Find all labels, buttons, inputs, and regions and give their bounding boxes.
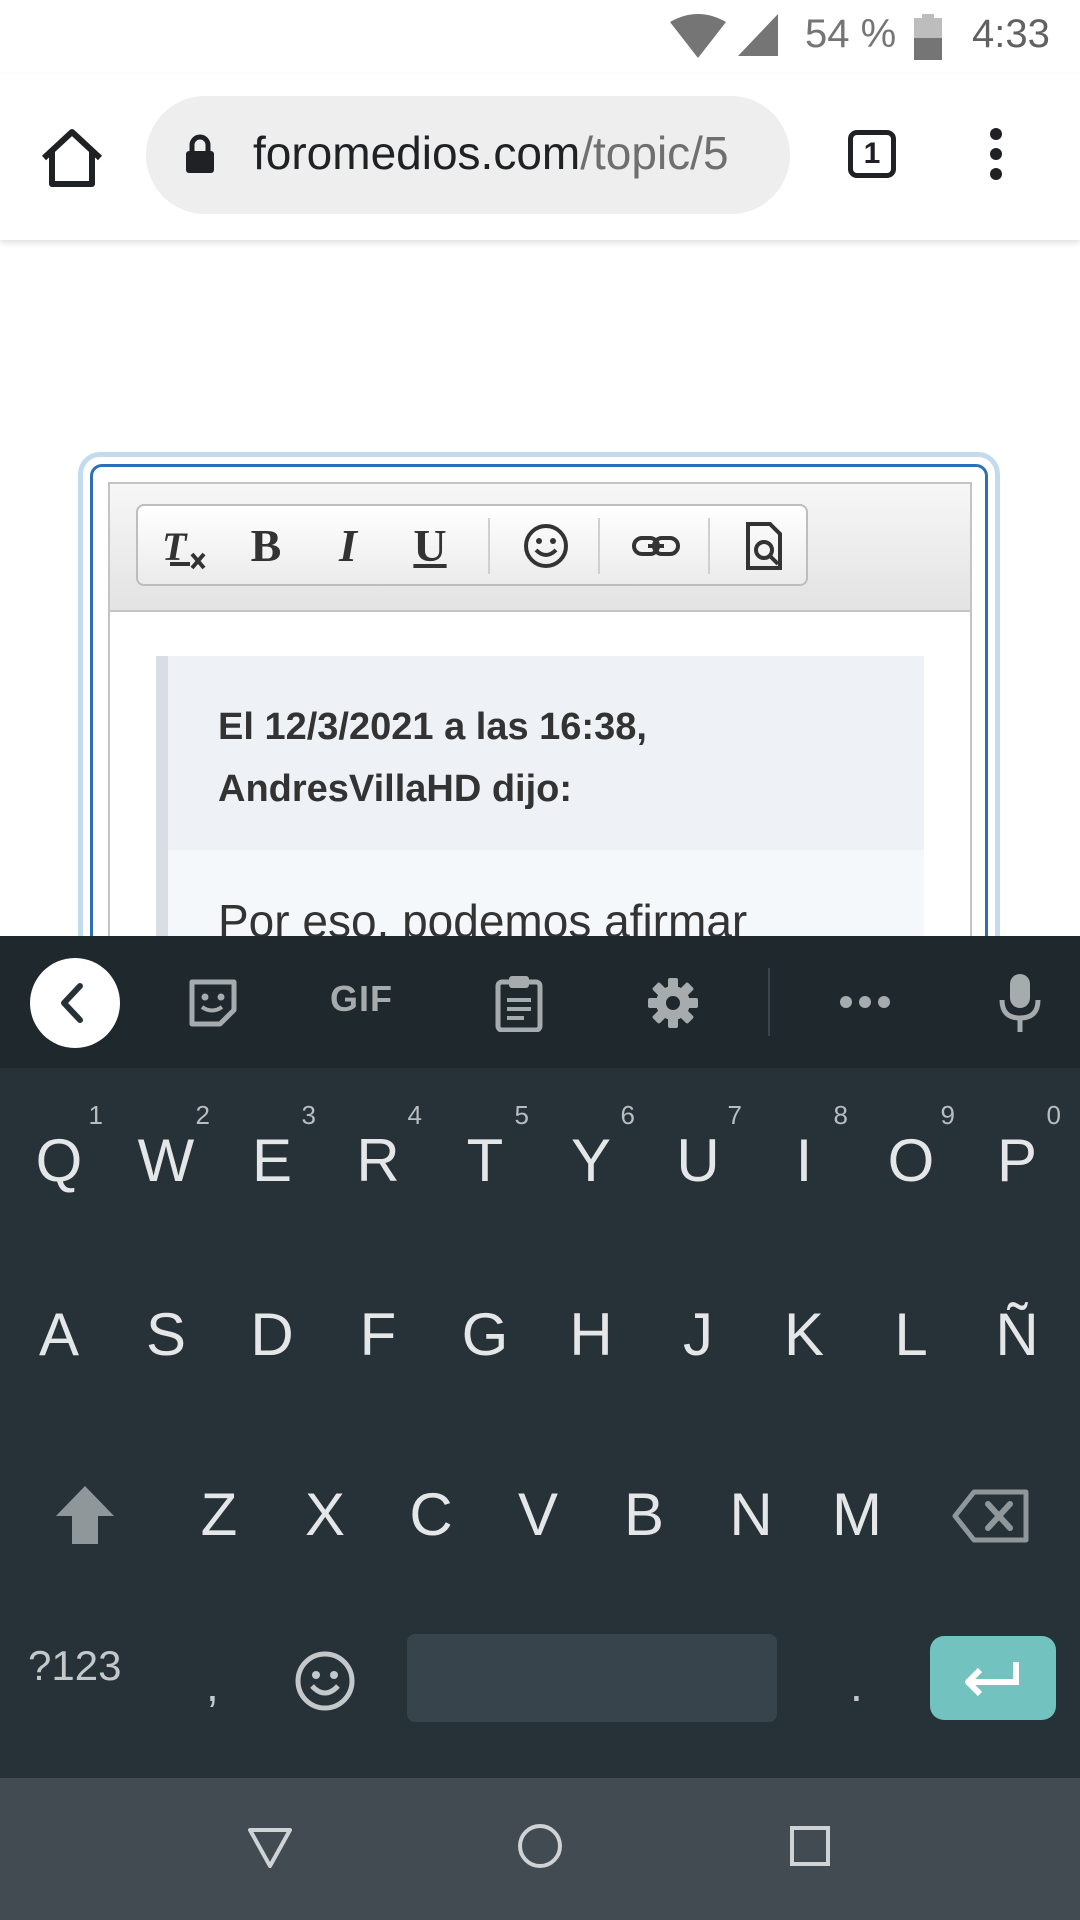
url-host: foromedios.com — [253, 127, 581, 179]
key-z[interactable]: Z — [169, 1460, 269, 1570]
key-f[interactable]: F — [328, 1280, 428, 1390]
symbols-key[interactable]: ?123 — [28, 1642, 121, 1690]
shift-icon[interactable] — [52, 1482, 118, 1548]
key-l[interactable]: L — [861, 1280, 961, 1390]
battery-icon — [914, 14, 942, 60]
settings-gear-icon[interactable] — [646, 976, 700, 1030]
period-key[interactable]: . — [850, 1658, 863, 1712]
key-o[interactable]: O9 — [861, 1100, 961, 1216]
quote-author-line: AndresVillaHD dijo: — [218, 768, 573, 810]
emoji-icon[interactable] — [520, 520, 572, 572]
key-p[interactable]: P0 — [967, 1100, 1067, 1216]
microphone-icon[interactable] — [996, 972, 1044, 1034]
editor-tool-group: T B I U — [136, 504, 808, 586]
clipboard-icon[interactable] — [494, 974, 544, 1032]
chevron-left-icon — [61, 983, 83, 1023]
preview-icon[interactable] — [738, 520, 790, 572]
toolbar-separator — [488, 518, 490, 574]
toolbar-separator — [598, 518, 600, 574]
home-circle-icon[interactable] — [516, 1822, 564, 1870]
battery-percentage: 54 % — [805, 12, 897, 56]
cell-signal-icon — [738, 14, 778, 56]
key-g[interactable]: G — [435, 1280, 535, 1390]
key-s[interactable]: S — [116, 1280, 216, 1390]
status-bar: 54 % 4:33 — [0, 0, 1080, 74]
bold-button[interactable]: B — [240, 520, 292, 572]
lock-icon — [186, 134, 214, 173]
key-t[interactable]: T5 — [435, 1100, 535, 1216]
toolbar-separator — [708, 518, 710, 574]
recents-square-icon[interactable] — [788, 1824, 832, 1868]
key-x[interactable]: X — [275, 1460, 375, 1570]
key-i[interactable]: I8 — [754, 1100, 854, 1216]
quote-date-line: El 12/3/2021 a las 16:38, — [218, 706, 647, 748]
wifi-icon — [670, 14, 726, 58]
key-q[interactable]: Q1 — [9, 1100, 109, 1216]
key-v[interactable]: V — [488, 1460, 588, 1570]
key-c[interactable]: C — [381, 1460, 481, 1570]
emoji-key-icon[interactable] — [294, 1650, 356, 1712]
backspace-icon[interactable] — [952, 1488, 1030, 1544]
quote-header: El 12/3/2021 a las 16:38, AndresVillaHD … — [218, 696, 898, 820]
rich-text-editor[interactable]: T B I U El 12/3/2021 a las 16:38, Andres… — [108, 482, 972, 962]
key-k[interactable]: K — [754, 1280, 854, 1390]
clock: 4:33 — [972, 12, 1050, 56]
key-n[interactable]: N — [701, 1460, 801, 1570]
editor-toolbar: T B I U — [110, 484, 970, 612]
address-bar[interactable]: foromedios.com/topic/5 — [146, 96, 790, 214]
link-icon[interactable] — [630, 520, 682, 572]
more-horizontal-icon[interactable] — [838, 994, 892, 1010]
keyboard-collapse-button[interactable] — [30, 958, 120, 1048]
key-u[interactable]: U7 — [648, 1100, 748, 1216]
home-icon[interactable] — [38, 126, 106, 190]
clear-format-icon[interactable]: T — [158, 520, 210, 572]
comma-key[interactable]: , — [206, 1658, 219, 1712]
url-path: /topic/5 — [580, 127, 729, 179]
keyboard-suggestion-bar: GIF — [0, 936, 1080, 1068]
sticker-icon[interactable] — [186, 976, 240, 1030]
quote-block: El 12/3/2021 a las 16:38, AndresVillaHD … — [156, 656, 924, 960]
key-r[interactable]: R4 — [328, 1100, 428, 1216]
key-a[interactable]: A — [9, 1280, 109, 1390]
key-enye[interactable]: Ñ — [967, 1280, 1067, 1390]
key-w[interactable]: W2 — [116, 1100, 216, 1216]
underline-button[interactable]: U — [404, 520, 456, 572]
italic-button[interactable]: I — [322, 520, 374, 572]
browser-toolbar: foromedios.com/topic/5 1 — [0, 74, 1080, 240]
key-b[interactable]: B — [594, 1460, 694, 1570]
key-m[interactable]: M — [807, 1460, 907, 1570]
key-d[interactable]: D — [222, 1280, 322, 1390]
soft-keyboard: GIF Q1 W2 E3 R 4 T 5 Y 6 U 7 I 8 O 9 P 0… — [0, 936, 1080, 1778]
toolbar-divider — [768, 968, 770, 1036]
gif-button[interactable]: GIF — [330, 978, 393, 1020]
enter-key[interactable] — [930, 1636, 1056, 1720]
space-bar[interactable] — [407, 1634, 777, 1722]
tab-switcher-button[interactable]: 1 — [848, 130, 896, 178]
enter-arrow-icon — [965, 1662, 1019, 1697]
system-navigation-bar — [0, 1778, 1080, 1920]
url-text: foromedios.com/topic/5 — [253, 126, 773, 180]
back-triangle-icon[interactable] — [246, 1824, 294, 1870]
key-h[interactable]: H — [541, 1280, 641, 1390]
key-y[interactable]: Y6 — [541, 1100, 641, 1216]
key-j[interactable]: J — [648, 1280, 748, 1390]
more-options-icon[interactable] — [985, 128, 1007, 184]
key-e[interactable]: E3 — [222, 1100, 322, 1216]
